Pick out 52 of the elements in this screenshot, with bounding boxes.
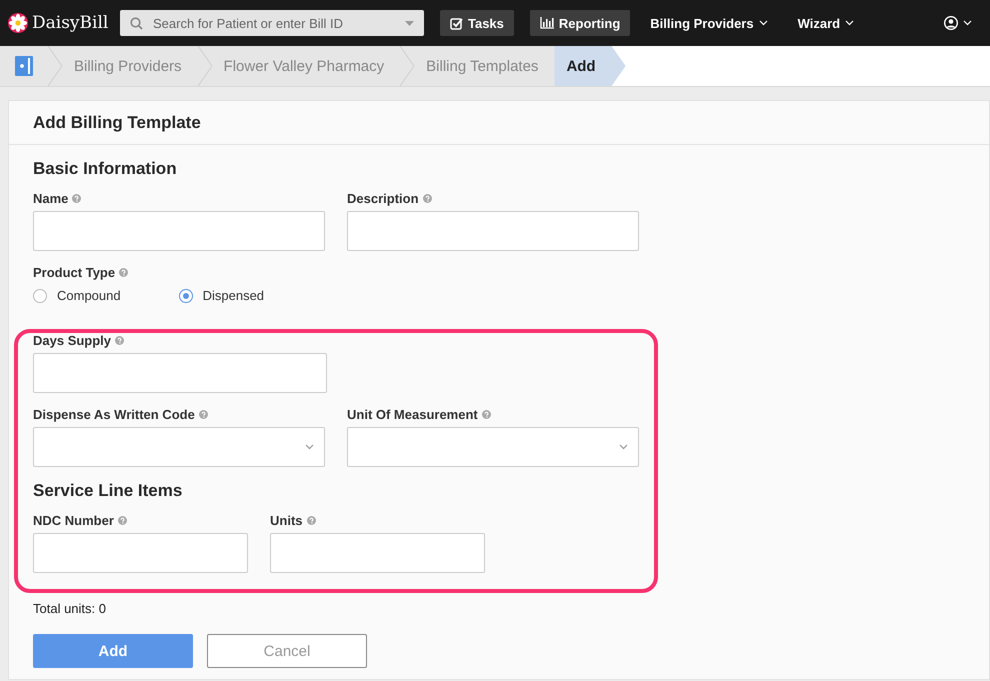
chevron-down-icon xyxy=(963,20,972,26)
radio-label: Compound xyxy=(57,288,121,303)
chevron-down-icon xyxy=(619,444,628,450)
help-icon xyxy=(72,194,82,203)
search-icon xyxy=(130,16,143,30)
notebook-icon[interactable] xyxy=(15,56,33,76)
card-title: Add Billing Template xyxy=(9,101,989,145)
help-icon xyxy=(118,516,127,525)
field-label: Name xyxy=(33,191,68,206)
search-input[interactable]: Search for Patient or enter Bill ID xyxy=(151,14,397,32)
select-field[interactable] xyxy=(347,427,639,467)
nav-button[interactable]: Wizard xyxy=(788,10,864,36)
field-label: Product Type xyxy=(33,265,116,280)
text-field[interactable] xyxy=(33,211,325,251)
field-label: Unit Of Measurement xyxy=(347,407,478,422)
nav-button[interactable]: Tasks xyxy=(440,10,514,36)
radio-button[interactable] xyxy=(33,288,47,302)
nav-button[interactable]: Billing Providers xyxy=(640,10,778,36)
section-heading: Basic Information xyxy=(33,159,178,179)
chevron-down-icon xyxy=(845,20,854,26)
search-field[interactable]: Search for Patient or enter Bill ID xyxy=(120,10,424,36)
text-field[interactable] xyxy=(33,353,327,393)
radio-button[interactable] xyxy=(178,288,193,302)
help-icon xyxy=(198,410,208,419)
text-field[interactable] xyxy=(347,211,639,251)
field-label: Description xyxy=(347,191,419,206)
chevron-down-icon xyxy=(758,20,768,26)
logo[interactable]: DaisyBill xyxy=(8,13,110,33)
chevron-down-icon xyxy=(305,444,314,450)
total-units-text: Total units: 0 xyxy=(33,601,107,616)
help-icon xyxy=(119,268,128,277)
dropdown-caret-icon xyxy=(405,20,414,26)
user-icon xyxy=(944,16,958,30)
field-label: Dispense As Written Code xyxy=(33,407,195,422)
help-icon xyxy=(482,410,491,419)
field-label: Units xyxy=(270,513,302,528)
breadcrumb-link[interactable]: Add xyxy=(554,46,626,86)
checkbox-icon xyxy=(450,16,463,30)
logo-text: DaisyBill xyxy=(32,13,108,33)
bar-chart-icon xyxy=(540,17,554,29)
section-heading: Service Line Items xyxy=(33,481,184,501)
help-icon xyxy=(115,336,124,345)
text-field[interactable] xyxy=(33,533,248,573)
help-icon xyxy=(422,194,432,203)
flower-icon xyxy=(8,13,28,33)
nav-button[interactable]: Reporting xyxy=(530,10,630,36)
radio-label: Dispensed xyxy=(202,288,264,303)
help-icon xyxy=(306,516,316,525)
select-field[interactable] xyxy=(33,427,325,467)
field-label: NDC Number xyxy=(33,513,114,528)
field-label: Days Supply xyxy=(33,333,112,348)
text-field[interactable] xyxy=(270,533,485,573)
